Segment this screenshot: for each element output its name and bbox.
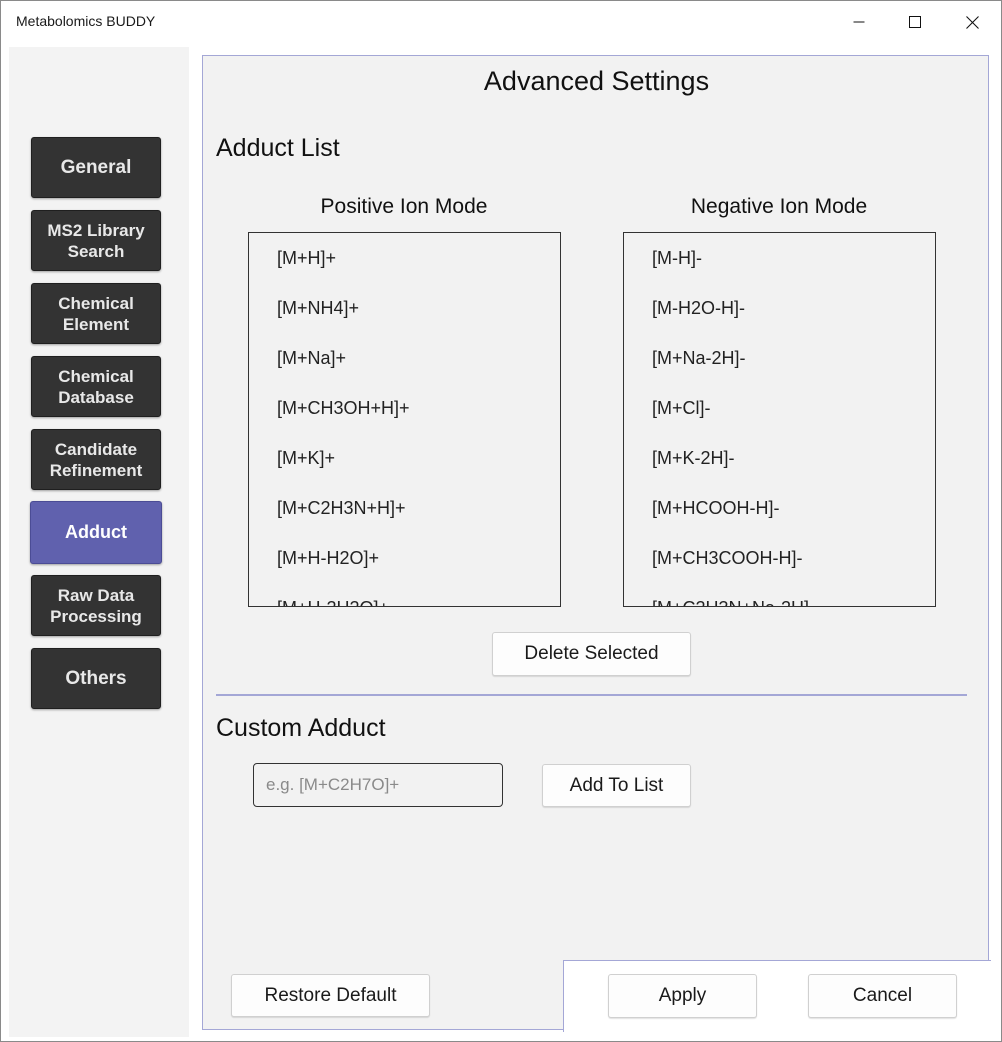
positive-adduct-list[interactable]: [M+H]+ [M+NH4]+ [M+Na]+ [M+CH3OH+H]+ [M+…: [248, 232, 561, 607]
nav-label: Chemical Database: [58, 366, 134, 407]
list-item[interactable]: [M+H]+: [249, 233, 560, 283]
delete-selected-button[interactable]: Delete Selected: [492, 632, 691, 676]
nav-general[interactable]: General: [31, 137, 161, 198]
list-item[interactable]: [M+CH3COOH-H]-: [624, 533, 935, 583]
add-to-list-button[interactable]: Add To List: [542, 764, 691, 807]
adduct-list-heading: Adduct List: [216, 134, 340, 162]
maximize-icon: [909, 16, 921, 28]
list-item[interactable]: [M+Na]+: [249, 333, 560, 383]
negative-adduct-list[interactable]: [M-H]- [M-H2O-H]- [M+Na-2H]- [M+Cl]- [M+…: [623, 232, 936, 607]
nav-label: MS2 Library Search: [47, 220, 145, 261]
nav-raw-data-processing[interactable]: Raw Data Processing: [31, 575, 161, 636]
custom-adduct-heading: Custom Adduct: [216, 714, 386, 742]
settings-sidebar: General MS2 Library Search Chemical Elem…: [9, 47, 189, 1037]
close-window-button[interactable]: [944, 1, 1000, 43]
list-item[interactable]: [M+NH4]+: [249, 283, 560, 333]
list-item[interactable]: [M+H-H2O]+: [249, 533, 560, 583]
list-item[interactable]: [M+CH3OH+H]+: [249, 383, 560, 433]
nav-label: Adduct: [65, 522, 127, 542]
list-item[interactable]: [M+Cl]-: [624, 383, 935, 433]
page-title: Advanced Settings: [483, 66, 710, 96]
nav-label: General: [60, 157, 132, 178]
list-item[interactable]: [M+K]+: [249, 433, 560, 483]
minimize-button[interactable]: [831, 1, 887, 43]
settings-panel: Advanced Settings Adduct List Positive I…: [202, 55, 989, 1030]
nav-others[interactable]: Others: [31, 648, 161, 709]
nav-candidate-refinement[interactable]: Candidate Refinement: [31, 429, 161, 490]
nav-chemical-element[interactable]: Chemical Element: [31, 283, 161, 344]
list-item[interactable]: [M+HCOOH-H]-: [624, 483, 935, 533]
list-item[interactable]: [M-H2O-H]-: [624, 283, 935, 333]
list-item[interactable]: [M+Na-2H]-: [624, 333, 935, 383]
nav-label: Others: [65, 668, 127, 689]
list-item[interactable]: [M+H-2H2O]+: [249, 583, 560, 606]
list-item[interactable]: [M+C2H3N+Na-2H]-: [624, 583, 935, 606]
custom-adduct-input[interactable]: [253, 763, 503, 807]
maximize-button[interactable]: [887, 1, 943, 43]
list-item[interactable]: [M-H]-: [624, 233, 935, 283]
cancel-button[interactable]: Cancel: [808, 974, 957, 1018]
close-icon: [965, 15, 979, 29]
positive-mode-heading: Positive Ion Mode: [320, 195, 488, 218]
nav-ms2-library-search[interactable]: MS2 Library Search: [31, 210, 161, 271]
restore-default-button[interactable]: Restore Default: [231, 974, 430, 1017]
window-title: Metabolomics BUDDY: [16, 13, 156, 29]
negative-mode-heading: Negative Ion Mode: [690, 195, 868, 218]
nav-label: Candidate Refinement: [49, 439, 143, 480]
minimize-icon: [853, 21, 865, 23]
nav-chemical-database[interactable]: Chemical Database: [31, 356, 161, 417]
apply-button[interactable]: Apply: [608, 974, 757, 1018]
nav-adduct[interactable]: Adduct: [30, 501, 162, 564]
section-divider: [216, 694, 967, 696]
nav-label: Chemical Element: [58, 293, 134, 334]
nav-label: Raw Data Processing: [50, 585, 142, 626]
title-bar: Metabolomics BUDDY: [1, 1, 1001, 43]
list-item[interactable]: [M+K-2H]-: [624, 433, 935, 483]
app-window: Metabolomics BUDDY General MS2 Library S…: [0, 0, 1002, 1042]
list-item[interactable]: [M+C2H3N+H]+: [249, 483, 560, 533]
dialog-footer: Apply Cancel: [563, 960, 991, 1032]
